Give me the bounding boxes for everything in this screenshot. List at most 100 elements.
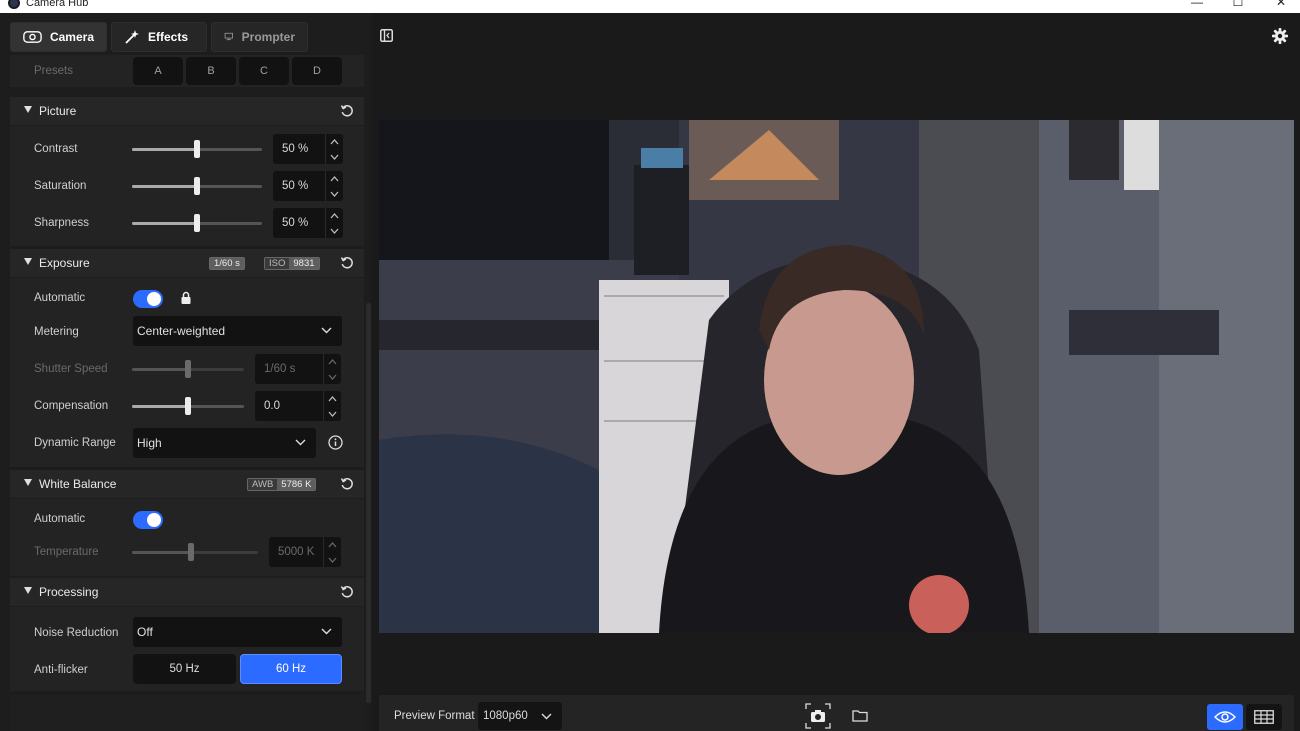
saturation-value[interactable]: 50 %: [273, 171, 325, 201]
gear-icon[interactable]: [1272, 28, 1288, 44]
metering-value: Center-weighted: [137, 324, 226, 338]
sidebar-bottom-padding: [10, 695, 364, 731]
slider-handle[interactable]: [185, 397, 191, 415]
iso-badge-key: ISO: [265, 258, 290, 269]
picture-title: Picture: [39, 104, 77, 118]
awb-badge: AWB 5786 K: [247, 478, 317, 491]
collapse-sidebar-icon[interactable]: [380, 29, 393, 42]
close-button[interactable]: ✕: [1271, 0, 1291, 9]
noise-reduction-value: Off: [137, 625, 153, 639]
picture-section-header[interactable]: Picture: [10, 97, 364, 125]
preview-format-dropdown[interactable]: 1080p60: [478, 702, 562, 730]
grid-icon: [1254, 710, 1274, 724]
tab-effects[interactable]: Effects: [111, 22, 207, 52]
chevron-down-icon[interactable]: [330, 191, 339, 197]
exposure-automatic-toggle[interactable]: [133, 290, 163, 308]
chevron-up-icon[interactable]: [330, 138, 339, 145]
maximize-button[interactable]: ☐: [1228, 0, 1248, 9]
exposure-automatic-label: Automatic: [34, 292, 86, 304]
anti-flicker-50hz-button[interactable]: 50 Hz: [133, 654, 236, 684]
wb-automatic-toggle[interactable]: [133, 511, 163, 529]
sharpness-slider[interactable]: [132, 214, 262, 232]
shutter-speed-stepper: 1/60 s: [255, 354, 341, 384]
dynamic-range-dropdown[interactable]: High: [133, 428, 316, 458]
temperature-stepper: 5000 K: [269, 537, 341, 567]
exposure-title: Exposure: [39, 256, 90, 270]
reset-icon[interactable]: [340, 104, 354, 118]
collapse-caret-icon: [24, 106, 32, 113]
chevron-up-icon: [328, 358, 337, 364]
preset-a-button[interactable]: A: [133, 57, 183, 85]
eye-icon: [1214, 711, 1236, 723]
tab-camera-label: Camera: [49, 30, 94, 44]
reset-icon[interactable]: [340, 256, 354, 270]
contrast-slider[interactable]: [132, 140, 262, 158]
grid-overlay-toggle[interactable]: [1246, 704, 1282, 730]
processing-section-header[interactable]: Processing: [10, 578, 364, 606]
white-balance-section-body: Automatic Temperature 5000 K: [10, 499, 364, 576]
dynamic-range-label: Dynamic Range: [34, 437, 116, 449]
sharpness-value[interactable]: 50 %: [273, 208, 325, 238]
saturation-stepper[interactable]: 50 %: [273, 171, 343, 201]
preview-view-toggle[interactable]: [1207, 704, 1243, 730]
settings-sidebar: Camera Effects Prompter Presets A B C D …: [0, 13, 372, 731]
temperature-label: Temperature: [34, 546, 99, 558]
chevron-down-icon[interactable]: [330, 228, 339, 234]
reset-icon[interactable]: [340, 585, 354, 599]
prompter-icon: [224, 32, 233, 41]
chevron-up-icon[interactable]: [330, 175, 339, 182]
camera-preview[interactable]: [379, 120, 1294, 633]
awb-badge-key: AWB: [248, 479, 278, 490]
shutter-speed-label: Shutter Speed: [34, 363, 108, 375]
minimize-button[interactable]: —: [1187, 0, 1207, 9]
slider-handle[interactable]: [194, 140, 200, 158]
chevron-down-icon[interactable]: [328, 411, 337, 417]
compensation-value[interactable]: 0.0: [255, 391, 323, 421]
sharpness-stepper[interactable]: 50 %: [273, 208, 343, 238]
exposure-section-header[interactable]: Exposure 1/60 s ISO 9831: [10, 249, 364, 277]
chevron-down-icon: [295, 439, 306, 446]
compensation-stepper[interactable]: 0.0: [255, 391, 341, 421]
preset-b-button[interactable]: B: [186, 57, 236, 85]
slider-handle: [185, 360, 191, 378]
magic-wand-icon: [125, 30, 139, 44]
white-balance-title: White Balance: [39, 477, 117, 491]
preset-c-button[interactable]: C: [239, 57, 289, 85]
tab-prompter[interactable]: Prompter: [211, 22, 308, 52]
anti-flicker-60hz-button[interactable]: 60 Hz: [240, 654, 342, 684]
app-logo-icon: [8, 0, 20, 9]
chevron-down-icon: [328, 557, 337, 563]
white-balance-section-header[interactable]: White Balance AWB 5786 K: [10, 470, 364, 498]
sidebar-scrollbar[interactable]: [366, 303, 371, 703]
info-icon[interactable]: [328, 435, 343, 450]
processing-title: Processing: [39, 585, 99, 599]
noise-reduction-dropdown[interactable]: Off: [133, 617, 342, 647]
compensation-slider[interactable]: [132, 397, 244, 415]
preset-d-button[interactable]: D: [292, 57, 342, 85]
slider-handle[interactable]: [194, 214, 200, 232]
contrast-value[interactable]: 50 %: [273, 134, 325, 164]
folder-icon[interactable]: [852, 709, 868, 722]
window-title: Camera Hub: [26, 0, 89, 9]
chevron-down-icon[interactable]: [330, 154, 339, 160]
contrast-stepper[interactable]: 50 %: [273, 134, 343, 164]
slider-handle: [188, 543, 195, 561]
metering-label: Metering: [34, 326, 79, 338]
chevron-up-icon[interactable]: [328, 395, 337, 402]
lock-icon[interactable]: [180, 291, 192, 305]
shutter-badge-value: 1/60 s: [210, 258, 244, 269]
saturation-slider[interactable]: [132, 177, 262, 195]
tab-camera[interactable]: Camera: [10, 22, 107, 52]
metering-dropdown[interactable]: Center-weighted: [133, 316, 342, 346]
sharpness-label: Sharpness: [34, 217, 89, 229]
reset-icon[interactable]: [340, 477, 354, 491]
awb-badge-value: 5786 K: [277, 479, 316, 490]
settings-scroll-area[interactable]: Presets A B C D Picture Contrast 50 % Sa…: [0, 55, 372, 731]
snapshot-camera-icon[interactable]: [805, 703, 831, 729]
slider-handle[interactable]: [194, 177, 200, 195]
chevron-up-icon[interactable]: [330, 212, 339, 219]
preview-toolbar: Preview Format 1080p60: [379, 695, 1294, 731]
wb-automatic-label: Automatic: [34, 513, 86, 525]
chevron-down-icon: [321, 327, 332, 334]
tab-prompter-label: Prompter: [241, 30, 295, 44]
